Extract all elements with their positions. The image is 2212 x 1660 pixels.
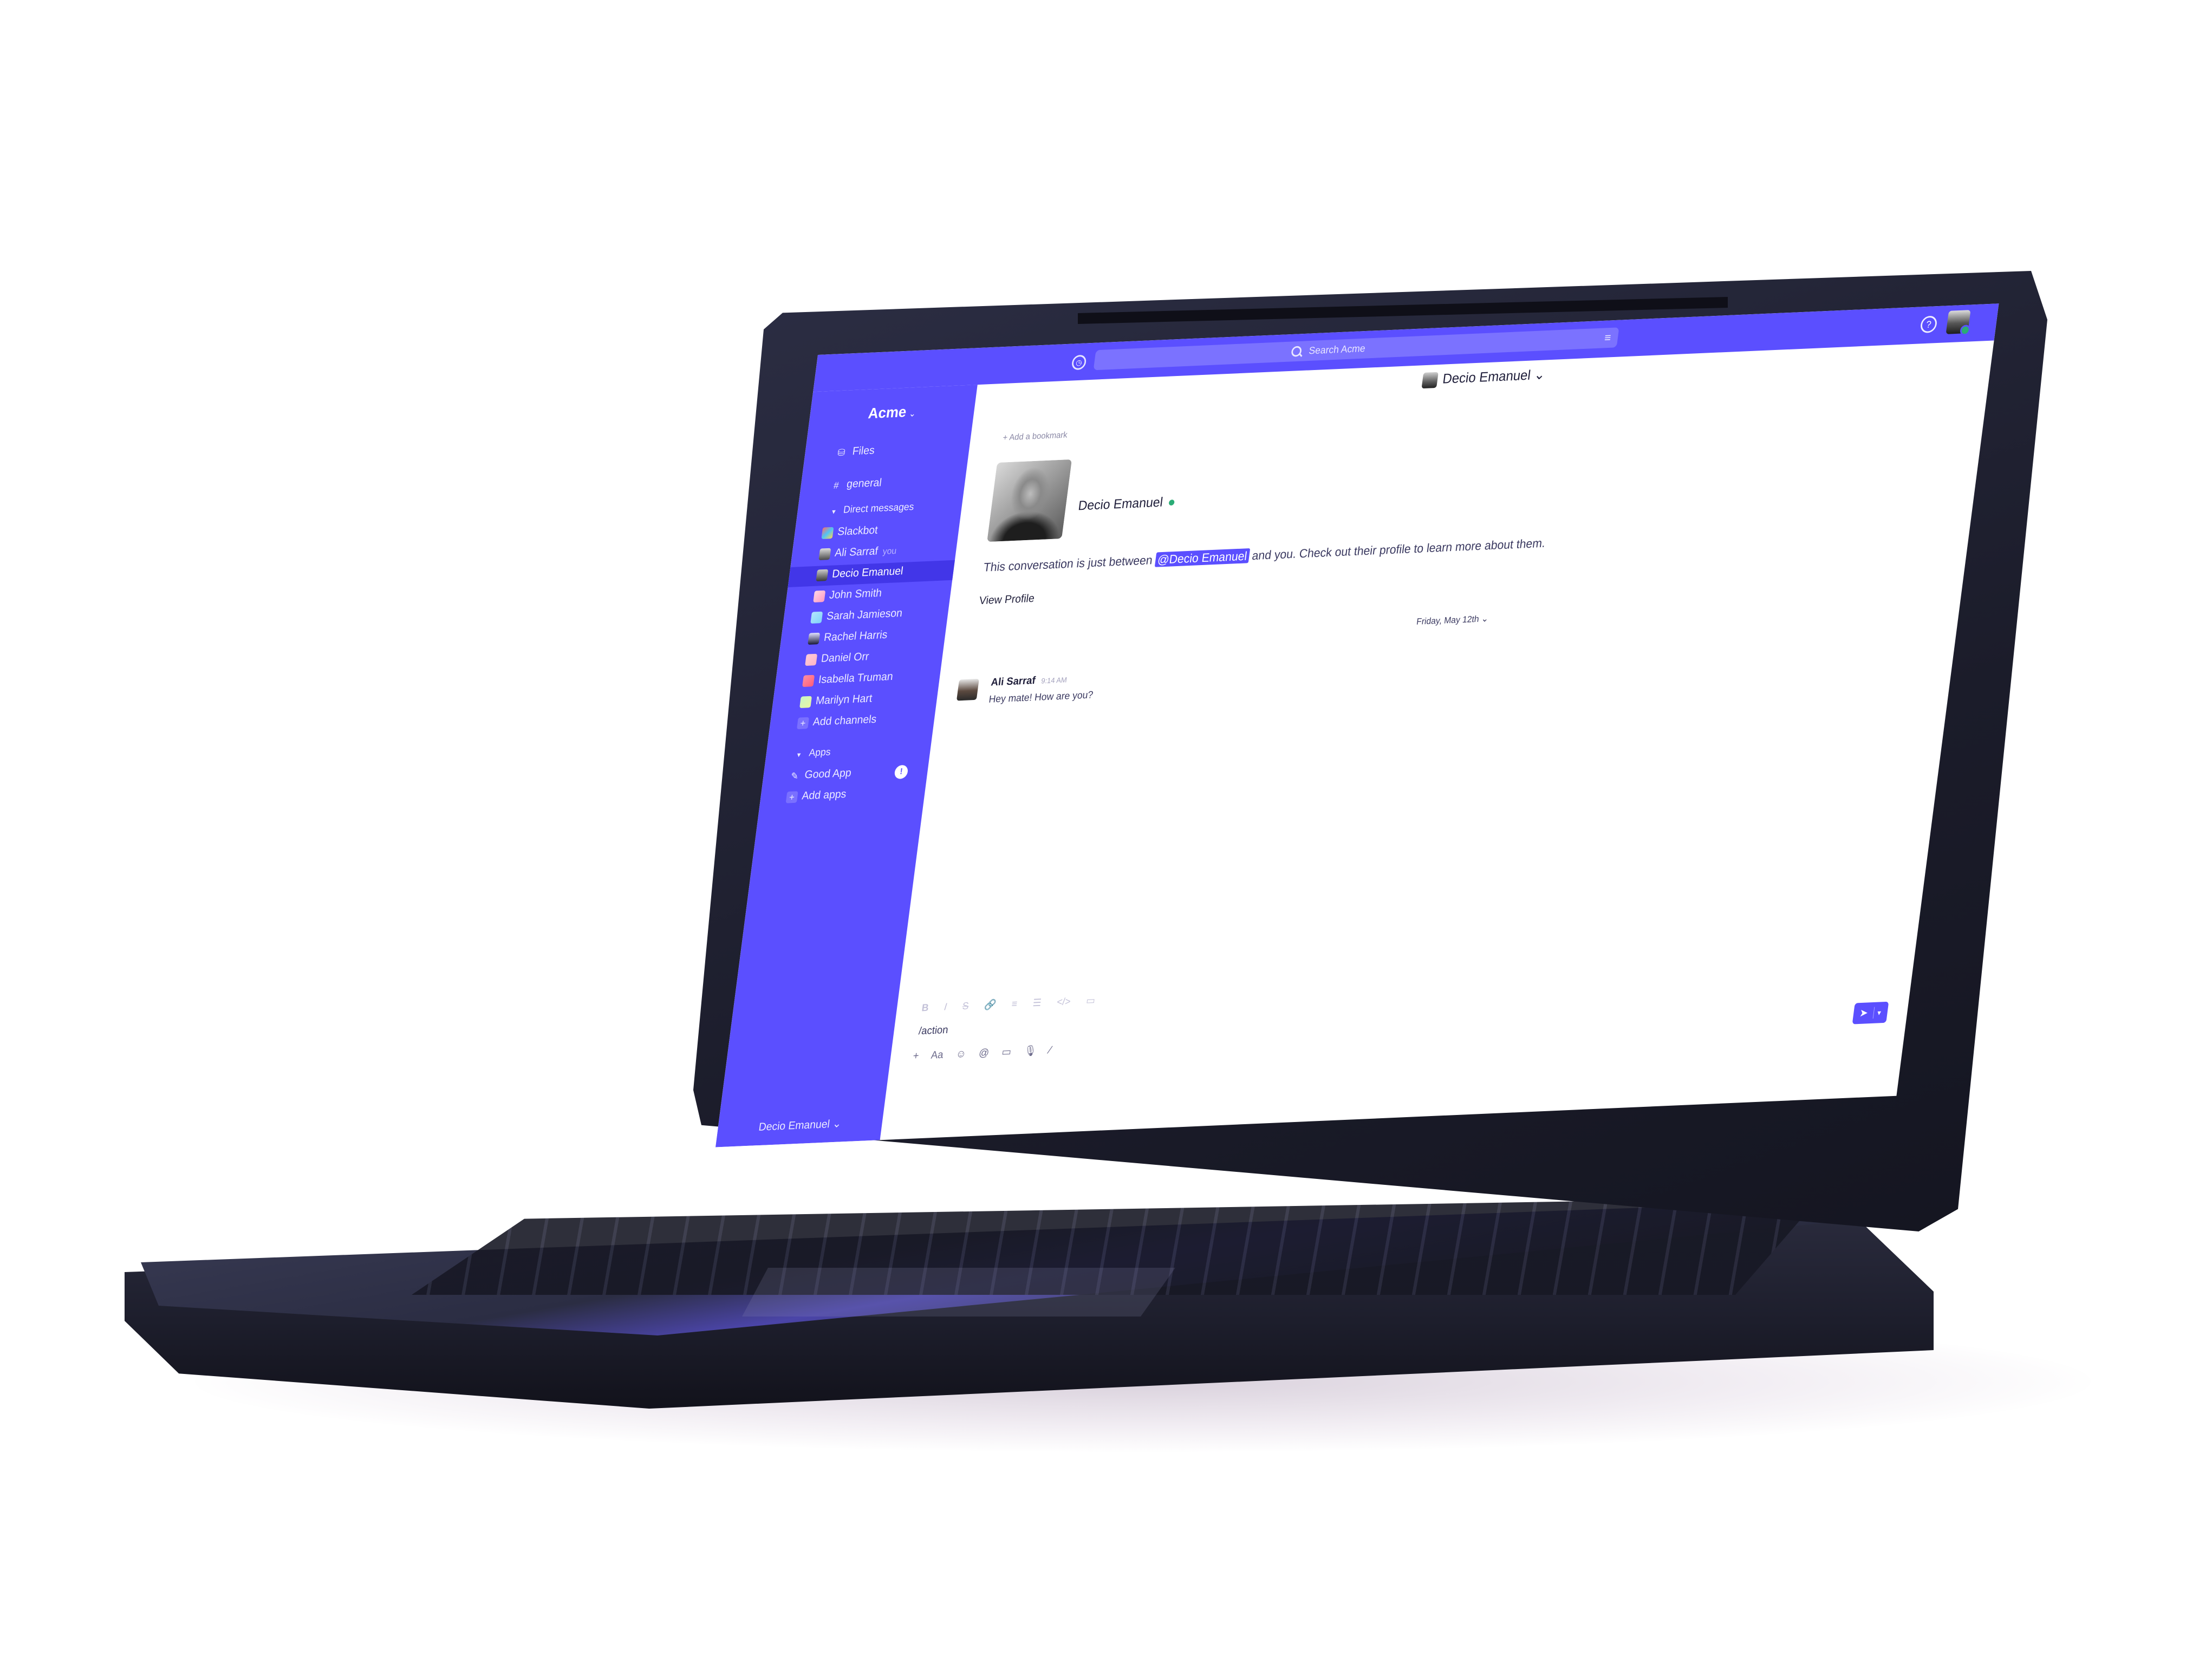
online-status-icon [1168, 499, 1175, 506]
app-name: Good App [804, 767, 853, 781]
avatar [816, 569, 829, 582]
plus-icon[interactable]: + [912, 1050, 920, 1062]
hash-icon: # [832, 479, 840, 491]
code-block-icon[interactable]: ▭ [1085, 995, 1096, 1007]
avatar [808, 632, 821, 645]
send-button[interactable]: ➤ ▾ [1852, 1001, 1889, 1024]
ordered-list-icon[interactable]: ≡ [1011, 998, 1018, 1010]
chevron-down-icon: ⌄ [908, 409, 916, 419]
pencil-icon: ✎ [790, 770, 799, 782]
send-divider [1872, 1007, 1875, 1019]
video-icon[interactable]: ▭ [1001, 1046, 1012, 1058]
intro-text: This conversation is just between [983, 553, 1157, 574]
chevron-down-icon: ⌄ [1533, 366, 1546, 383]
dm-name: Ali Sarraf [834, 544, 879, 559]
view-profile-link[interactable]: View Profile [979, 592, 1036, 607]
avatar [810, 611, 823, 624]
profile-name[interactable]: Decio Emanuel [1077, 495, 1163, 513]
dm-name: Marilyn Hart [815, 692, 873, 707]
message-text: Hey mate! How are you? [988, 689, 1094, 705]
message-author[interactable]: Ali Sarraf [990, 675, 1036, 688]
chevron-down-icon[interactable]: ▾ [1876, 1002, 1883, 1023]
slackbot-avatar [821, 527, 834, 540]
text-format-icon[interactable]: Aa [931, 1049, 944, 1061]
dm-name: Sarah Jamieson [825, 607, 903, 622]
dm-name: John Smith [828, 587, 883, 601]
intro-text: and you. Check out their profile to lear… [1248, 536, 1546, 563]
presence-indicator [1959, 325, 1971, 336]
composer-actions: + Aa ☺ @ ▭ 🎙 ⁄ [912, 1043, 1062, 1062]
conversation-title: Decio Emanuel [1441, 367, 1532, 387]
section-label: Apps [808, 747, 831, 759]
conversation-pane: Decio Emanuel ⌄ + Add a bookmark Decio E… [880, 340, 1994, 1140]
workspace-name: Acme [867, 403, 908, 422]
filter-icon[interactable]: ≡ [1604, 331, 1612, 345]
help-icon[interactable]: ? [1920, 315, 1938, 334]
code-icon[interactable]: </> [1056, 996, 1071, 1008]
microphone-icon[interactable]: 🎙 [1023, 1045, 1037, 1057]
sidebar-item-general[interactable]: # general [799, 470, 966, 497]
dm-name: Isabella Truman [817, 670, 894, 686]
profile-name-row: Decio Emanuel [1077, 494, 1175, 514]
avatar[interactable] [956, 678, 979, 701]
user-avatar[interactable] [1946, 310, 1971, 336]
sidebar-item-label: Files [851, 444, 876, 458]
caret-down-icon: ▼ [795, 751, 803, 759]
notification-badge: ! [894, 764, 909, 780]
current-user-menu[interactable]: Decio Emanuel ⌄ [717, 1115, 883, 1136]
you-label: you [882, 546, 897, 556]
chevron-down-icon: ⌄ [1480, 613, 1489, 624]
files-icon: ⛁ [837, 447, 846, 458]
add-bookmark-button[interactable]: + Add a bookmark [1002, 431, 1068, 443]
clock-icon[interactable]: ◷ [1071, 354, 1087, 371]
current-user-name: Decio Emanuel [758, 1118, 831, 1133]
avatar [813, 590, 826, 603]
product-photo-stage: ◷ Search Acme ≡ ? Acme⌄ ⛁ Files # gener [0, 0, 2212, 1660]
mention-icon[interactable]: @ [978, 1047, 990, 1059]
dm-name: Daniel Orr [820, 650, 870, 665]
avatar [818, 548, 831, 561]
message-input[interactable]: /action [918, 1024, 949, 1038]
send-icon: ➤ [1858, 1007, 1869, 1020]
sidebar-item-label: general [845, 476, 883, 490]
dm-name: Decio Emanuel [831, 565, 904, 580]
slash-command-icon[interactable]: ⁄ [1049, 1045, 1052, 1056]
search-input[interactable]: Search Acme [1308, 343, 1366, 357]
italic-button[interactable]: I [944, 1002, 948, 1013]
button-label: Add apps [801, 788, 847, 802]
bullet-list-icon[interactable]: ☰ [1032, 997, 1042, 1009]
date-divider[interactable]: Friday, May 12th ⌄ [944, 593, 1961, 648]
formatting-toolbar: B I S 🔗 ≡ ☰ </> ▭ [921, 994, 1109, 1014]
section-label: Direct messages [842, 501, 915, 516]
caret-down-icon: ▼ [830, 508, 837, 516]
user-mention[interactable]: @Decio Emanuel [1154, 548, 1250, 567]
bold-button[interactable]: B [921, 1002, 929, 1014]
plus-icon: + [785, 791, 798, 803]
emoji-icon[interactable]: ☺ [955, 1048, 967, 1060]
search-icon [1291, 346, 1303, 357]
message-header: Ali Sarraf 9:14 AM [990, 673, 1068, 689]
avatar [1421, 372, 1439, 389]
dm-name: Rachel Harris [823, 628, 888, 644]
message-timestamp[interactable]: 9:14 AM [1041, 676, 1068, 685]
workspace-switcher[interactable]: Acme ⌄ [809, 400, 975, 424]
plus-icon: + [797, 717, 810, 730]
dm-name: Slackbot [837, 524, 879, 538]
sidebar-item-files[interactable]: ⛁ Files [804, 438, 971, 465]
chevron-down-icon: ⌄ [831, 1117, 842, 1130]
laptop-trackpad [742, 1268, 1175, 1317]
conversation-intro: This conversation is just between @Decio… [983, 536, 1546, 574]
link-icon[interactable]: 🔗 [984, 1000, 997, 1011]
strikethrough-button[interactable]: S [962, 1001, 970, 1012]
app-screen: ◷ Search Acme ≡ ? Acme⌄ ⛁ Files # gener [715, 303, 1999, 1147]
message-composer: B I S 🔗 ≡ ☰ </> ▭ /action + Aa ☺ @ ▭ 🎙 ⁄… [896, 959, 1894, 1092]
avatar [802, 675, 815, 688]
avatar [799, 696, 812, 709]
button-label: Add channels [812, 713, 877, 728]
profile-photo[interactable] [987, 459, 1072, 542]
date-label: Friday, May 12th [1416, 614, 1480, 627]
avatar [805, 653, 818, 666]
